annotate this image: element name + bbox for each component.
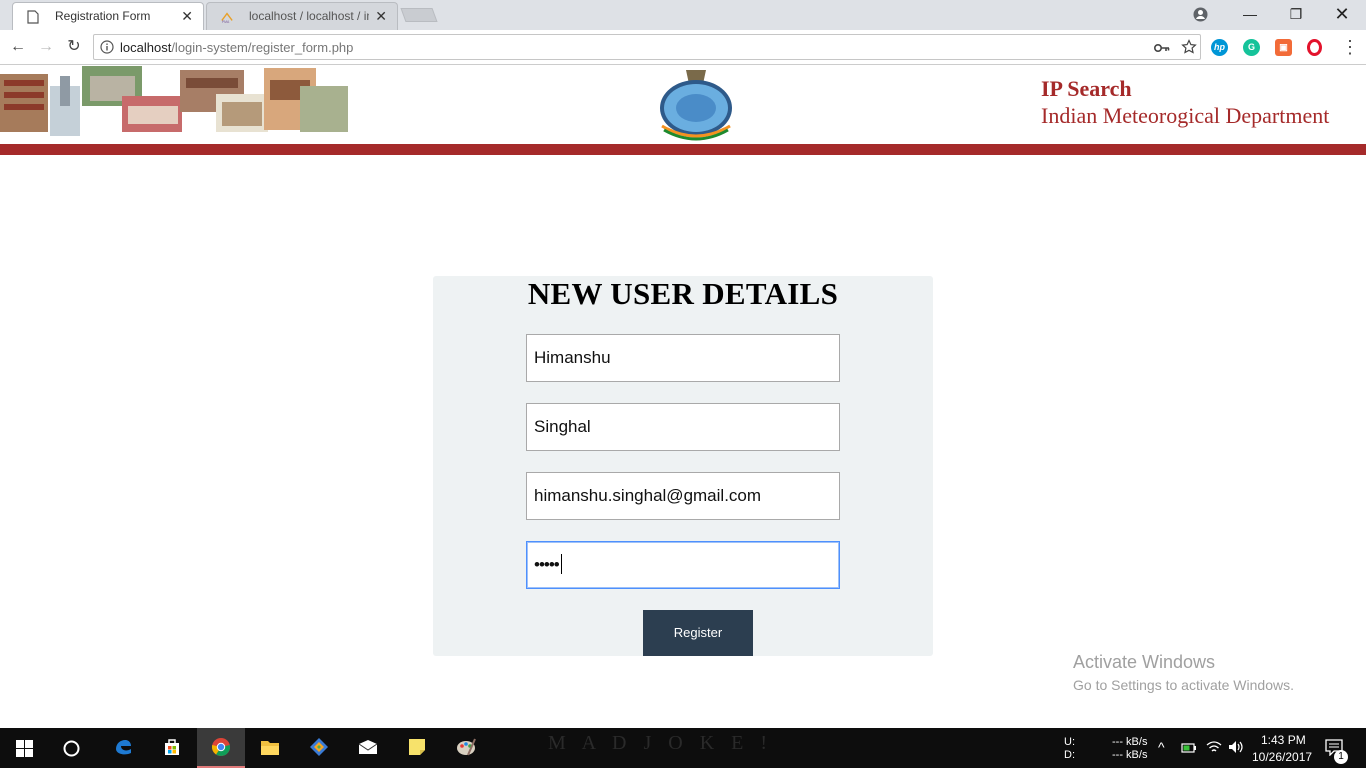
forward-arrow-icon[interactable]: → xyxy=(36,37,56,57)
wifi-icon[interactable] xyxy=(1206,740,1222,754)
registration-form: NEW USER DETAILS Himanshu Singhal himans… xyxy=(433,276,933,656)
menu-kebab-icon[interactable]: ⋮ xyxy=(1340,37,1360,57)
info-icon[interactable] xyxy=(100,40,114,54)
document-icon xyxy=(27,10,39,24)
svg-text:PMA: PMA xyxy=(222,20,230,24)
back-arrow-icon[interactable]: ← xyxy=(8,37,28,57)
form-title: NEW USER DETAILS xyxy=(527,276,839,311)
address-bar[interactable]: localhost/login-system/register_form.php xyxy=(93,34,1201,60)
site-header: IP Search Indian Meteorogical Department xyxy=(0,66,1366,144)
tab-label: Registration Form xyxy=(55,9,151,23)
sticky-notes-taskbar-button[interactable] xyxy=(393,728,441,768)
hp-extension-icon[interactable]: hp xyxy=(1211,39,1228,56)
site-subtitle: Indian Meteorogical Department xyxy=(1041,103,1330,128)
image-extension-icon[interactable]: ▣ xyxy=(1275,39,1292,56)
first-name-field[interactable]: Himanshu xyxy=(526,334,840,382)
app-diamond-icon xyxy=(310,738,328,756)
mail-icon xyxy=(358,740,378,754)
browser-toolbar: ← → ↻ localhost/login-system/register_fo… xyxy=(0,30,1366,65)
chrome-icon xyxy=(211,738,231,757)
dev-app-taskbar-button[interactable] xyxy=(295,728,343,768)
tab-label: localhost / localhost / im xyxy=(249,9,369,23)
close-icon[interactable]: ✕ xyxy=(375,3,387,29)
url-host: localhost xyxy=(120,40,172,55)
close-window-button[interactable]: ✕ xyxy=(1319,0,1365,30)
network-up-value: --- kB/s xyxy=(1112,736,1148,748)
clock-date[interactable]: 10/26/2017 xyxy=(1252,750,1312,764)
wallpaper-text: M A D J O K E ! xyxy=(548,732,774,754)
phpmyadmin-icon: PMA xyxy=(221,12,233,24)
site-title: IP Search xyxy=(1041,76,1132,101)
minimize-button[interactable]: — xyxy=(1227,0,1273,30)
store-taskbar-button[interactable] xyxy=(148,728,196,768)
edge-taskbar-button[interactable] xyxy=(99,728,147,768)
building-collage-image xyxy=(0,66,348,136)
tab-strip: Registration Form ✕ PMA localhost / loca… xyxy=(0,0,1366,30)
key-icon[interactable] xyxy=(1154,42,1170,54)
password-field[interactable]: ••••• xyxy=(526,541,840,589)
network-down-label: D: xyxy=(1064,749,1075,761)
paint-taskbar-button[interactable] xyxy=(442,728,490,768)
text-cursor xyxy=(560,554,562,574)
tab-registration-form[interactable]: Registration Form ✕ xyxy=(12,2,204,30)
windows-taskbar: M A D J O K E ! U: D: --- kB/s --- kB/s … xyxy=(0,728,1366,768)
network-down-value: --- kB/s xyxy=(1112,749,1148,761)
folder-icon xyxy=(261,741,279,755)
volume-icon[interactable] xyxy=(1228,740,1244,754)
email-field[interactable]: himanshu.singhal@gmail.com xyxy=(526,472,840,520)
opera-extension-icon[interactable] xyxy=(1307,39,1322,56)
network-up-label: U: xyxy=(1064,736,1075,748)
profile-icon[interactable] xyxy=(1193,7,1208,22)
url-text: localhost/login-system/register_form.php xyxy=(120,40,353,55)
notification-badge: 1 xyxy=(1334,750,1348,764)
bookmark-star-icon[interactable] xyxy=(1181,39,1197,55)
header-divider xyxy=(0,144,1366,155)
activate-windows-title: Activate Windows xyxy=(1073,652,1216,672)
battery-icon[interactable] xyxy=(1181,742,1197,754)
register-button[interactable]: Register xyxy=(643,610,753,656)
windows-start-icon[interactable] xyxy=(16,740,33,757)
edge-icon xyxy=(116,740,131,755)
restore-button[interactable]: ❐ xyxy=(1273,0,1319,30)
paint-palette-icon xyxy=(457,738,476,756)
chrome-taskbar-button[interactable] xyxy=(197,728,245,768)
password-mask: ••••• xyxy=(534,555,560,574)
grammarly-extension-icon[interactable]: G xyxy=(1243,39,1260,56)
store-bag-icon xyxy=(165,739,179,755)
file-explorer-taskbar-button[interactable] xyxy=(246,728,294,768)
clock-time[interactable]: 1:43 PM xyxy=(1261,733,1306,747)
reload-icon[interactable]: ↻ xyxy=(64,37,84,57)
new-tab-button[interactable] xyxy=(400,8,438,22)
cortana-search-icon[interactable] xyxy=(63,740,80,757)
imd-emblem-logo xyxy=(660,70,732,141)
tab-phpmyadmin[interactable]: PMA localhost / localhost / im ✕ xyxy=(206,2,398,30)
mail-taskbar-button[interactable] xyxy=(344,728,392,768)
activate-windows-subtitle: Go to Settings to activate Windows. xyxy=(1073,677,1294,693)
close-icon[interactable]: ✕ xyxy=(181,3,193,29)
chevron-up-icon[interactable]: ^ xyxy=(1158,739,1165,755)
url-path: /login-system/register_form.php xyxy=(171,40,354,55)
sticky-note-icon xyxy=(409,739,425,755)
last-name-field[interactable]: Singhal xyxy=(526,403,840,451)
